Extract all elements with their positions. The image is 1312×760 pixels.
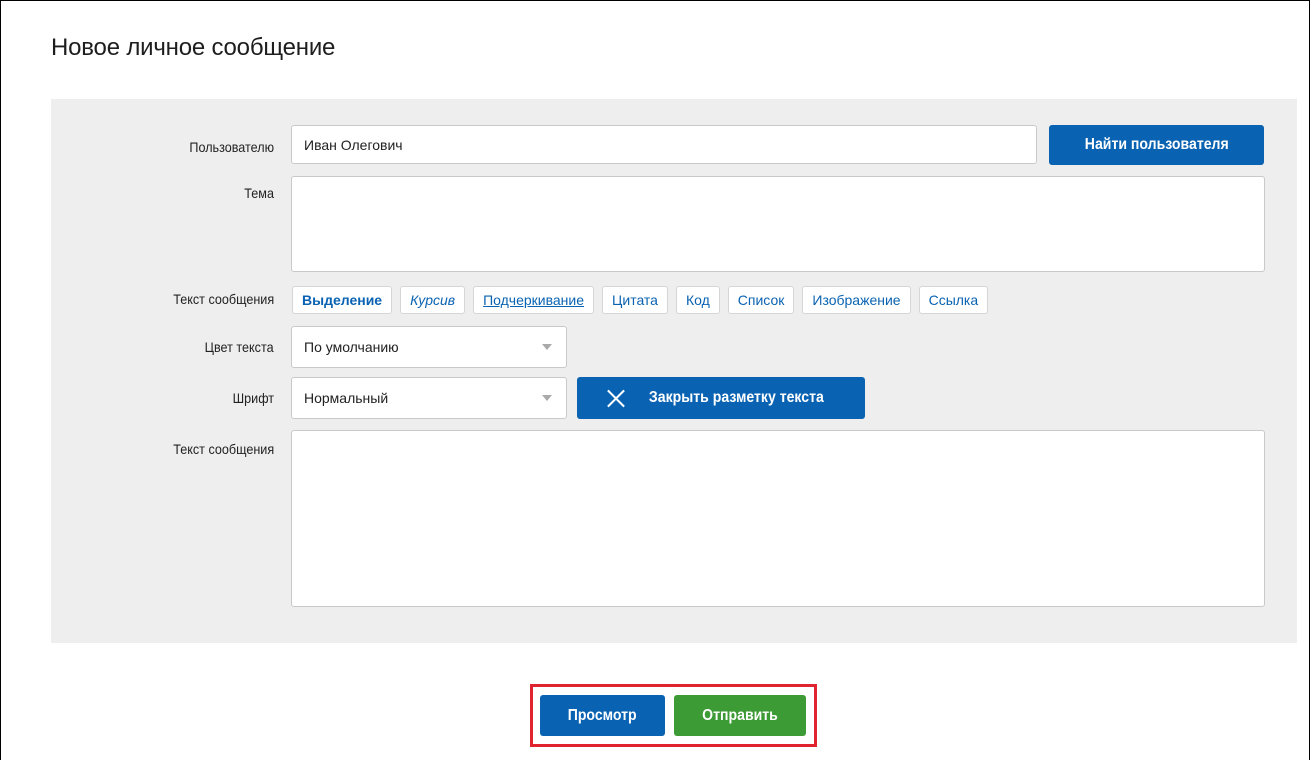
message-textarea[interactable]: [291, 430, 1265, 607]
markup-underline-button[interactable]: Подчеркивание: [473, 286, 595, 314]
preview-button[interactable]: Просмотр: [540, 695, 665, 736]
markup-list-button[interactable]: Список: [727, 286, 795, 314]
markup-code-label: Код: [685, 292, 710, 308]
markup-image-label: Изображение: [812, 292, 901, 308]
markup-label: Текст сообщения: [173, 291, 274, 307]
markup-quote-label: Цитата: [612, 292, 658, 308]
recipient-value: Иван Олегович: [304, 136, 403, 153]
markup-image-button[interactable]: Изображение: [802, 286, 911, 314]
recipient-label: Пользователю: [189, 139, 274, 155]
send-button[interactable]: Отправить: [674, 695, 806, 736]
markup-quote-button[interactable]: Цитата: [602, 286, 668, 314]
markup-italic-label: Курсив: [410, 292, 456, 308]
markup-code-button[interactable]: Код: [675, 286, 720, 314]
send-button-label: Отправить: [702, 706, 778, 724]
close-icon: [607, 389, 625, 407]
text-color-value: По умолчанию: [304, 339, 399, 355]
markup-toolbar: Выделение Курсив Подчеркивание Цитата Ко…: [292, 286, 989, 314]
chevron-down-icon: [542, 395, 552, 401]
chevron-down-icon: [542, 344, 552, 350]
recipient-input[interactable]: Иван Олегович: [291, 125, 1037, 164]
page-frame: Новое личное сообщение Пользователю Иван…: [0, 0, 1310, 760]
find-user-button[interactable]: Найти пользователя: [1049, 125, 1264, 165]
text-color-select[interactable]: По умолчанию: [291, 326, 567, 368]
message-label: Текст сообщения: [173, 441, 274, 457]
markup-link-button[interactable]: Ссылка: [918, 286, 989, 314]
subject-label: Тема: [244, 185, 274, 201]
page-title: Новое личное сообщение: [51, 34, 336, 61]
font-select[interactable]: Нормальный: [291, 377, 567, 419]
markup-underline-label: Подчеркивание: [483, 292, 585, 308]
preview-button-label: Просмотр: [568, 706, 637, 724]
font-value: Нормальный: [304, 390, 389, 406]
markup-link-label: Ссылка: [928, 292, 979, 308]
markup-bold-label: Выделение: [302, 292, 383, 308]
markup-bold-button[interactable]: Выделение: [292, 286, 393, 314]
subject-input[interactable]: [291, 176, 1265, 272]
close-markup-button[interactable]: Закрыть разметку текста: [577, 377, 865, 419]
markup-list-label: Список: [737, 292, 785, 308]
find-user-button-label: Найти пользователя: [1084, 136, 1229, 153]
font-label: Шрифт: [232, 390, 274, 406]
close-markup-button-label: Закрыть разметку текста: [648, 389, 824, 406]
markup-italic-button[interactable]: Курсив: [400, 286, 466, 314]
text-color-label: Цвет текста: [205, 339, 274, 355]
